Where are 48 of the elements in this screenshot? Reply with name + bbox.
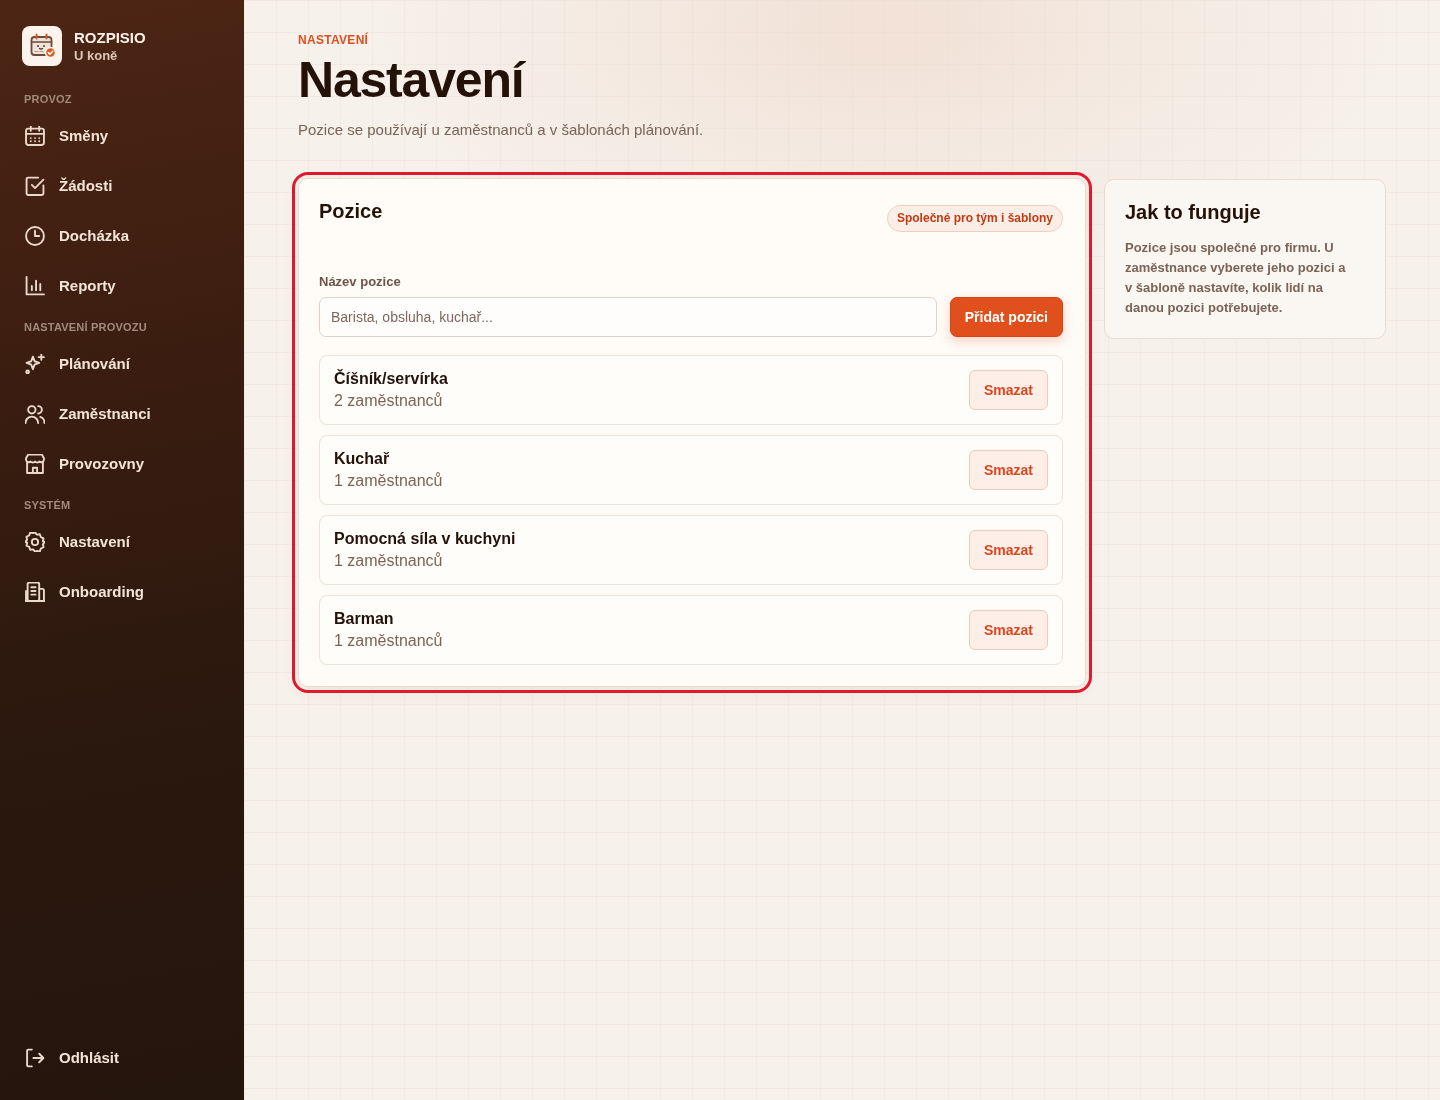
sidebar-item[interactable]: Nastavení xyxy=(16,522,228,562)
workplace-name: U koně xyxy=(74,47,119,64)
delete-button[interactable]: Smazat xyxy=(968,450,1048,490)
bar-chart-icon xyxy=(25,276,45,296)
employee-count: 1 zaměstnanců xyxy=(334,471,443,491)
employee-count: 2 zaměstnanců xyxy=(334,391,444,411)
delete-button[interactable]: Smazat xyxy=(968,610,1048,650)
store-icon xyxy=(25,454,45,474)
employee-count: 1 zaměstnanců xyxy=(334,551,444,571)
checkbox-icon xyxy=(25,176,45,196)
position-name: Barman xyxy=(334,609,395,629)
settings-icon xyxy=(25,532,45,552)
building-icon xyxy=(25,582,45,602)
position-name: Kuchař xyxy=(334,449,391,469)
help-text: Pozice jsou společné pro firmu. U zaměstnance vyberete jeho pozici a v šabloně nastavíte, kolik lidí na danou pozici potřebujete. xyxy=(1125,239,1347,317)
employee-count: 1 zaměstnanců xyxy=(334,631,443,651)
nav-section-heading: NASTAVENÍ PROVOZU xyxy=(23,320,147,334)
sidebar-item[interactable]: Docházka xyxy=(16,216,228,256)
field-label: Název pozice xyxy=(319,274,402,290)
position-name: Číšník/servírka xyxy=(334,368,448,389)
sidebar-item[interactable]: Žádosti xyxy=(16,166,228,206)
position-name-field[interactable]: Barista, obsluha, kuchař... xyxy=(319,297,937,337)
card-title: Pozice xyxy=(319,199,383,223)
page-title: Nastavení xyxy=(298,52,527,108)
sidebar-item[interactable]: Onboarding xyxy=(16,572,228,612)
calendar-icon xyxy=(25,126,45,146)
sidebar-item[interactable]: Směny xyxy=(16,116,228,156)
app-name: ROZPISIO xyxy=(74,28,146,47)
nav-section-heading: PROVOZ xyxy=(23,92,72,106)
sidebar-item[interactable]: Plánování xyxy=(16,344,228,384)
logout-link[interactable]: Odhlásit xyxy=(16,1038,228,1078)
calendar-logo-icon xyxy=(22,26,62,66)
logout-icon xyxy=(25,1048,45,1068)
users-icon xyxy=(25,404,45,424)
add-position-button[interactable]: Přidat pozici xyxy=(949,297,1063,337)
clock-icon xyxy=(25,226,45,246)
nav-section-heading: SYSTÉM xyxy=(23,498,71,512)
delete-button[interactable]: Smazat xyxy=(968,370,1048,410)
help-title: Jak to funguje xyxy=(1125,200,1262,224)
sidebar-item[interactable]: Reporty xyxy=(16,266,228,306)
scope-badge: Společné pro tým i šablony xyxy=(886,205,1063,232)
sidebar-item[interactable]: Zaměstnanci xyxy=(16,394,228,434)
sparkle-icon xyxy=(25,354,45,374)
position-name: Pomocná síla v kuchyni xyxy=(334,529,516,549)
page-eyebrow: NASTAVENÍ xyxy=(298,33,370,47)
page-description: Pozice se používají u zaměstnanců a v šablonách plánování. xyxy=(298,120,705,140)
sidebar-item[interactable]: Provozovny xyxy=(16,444,228,484)
delete-button[interactable]: Smazat xyxy=(968,530,1048,570)
